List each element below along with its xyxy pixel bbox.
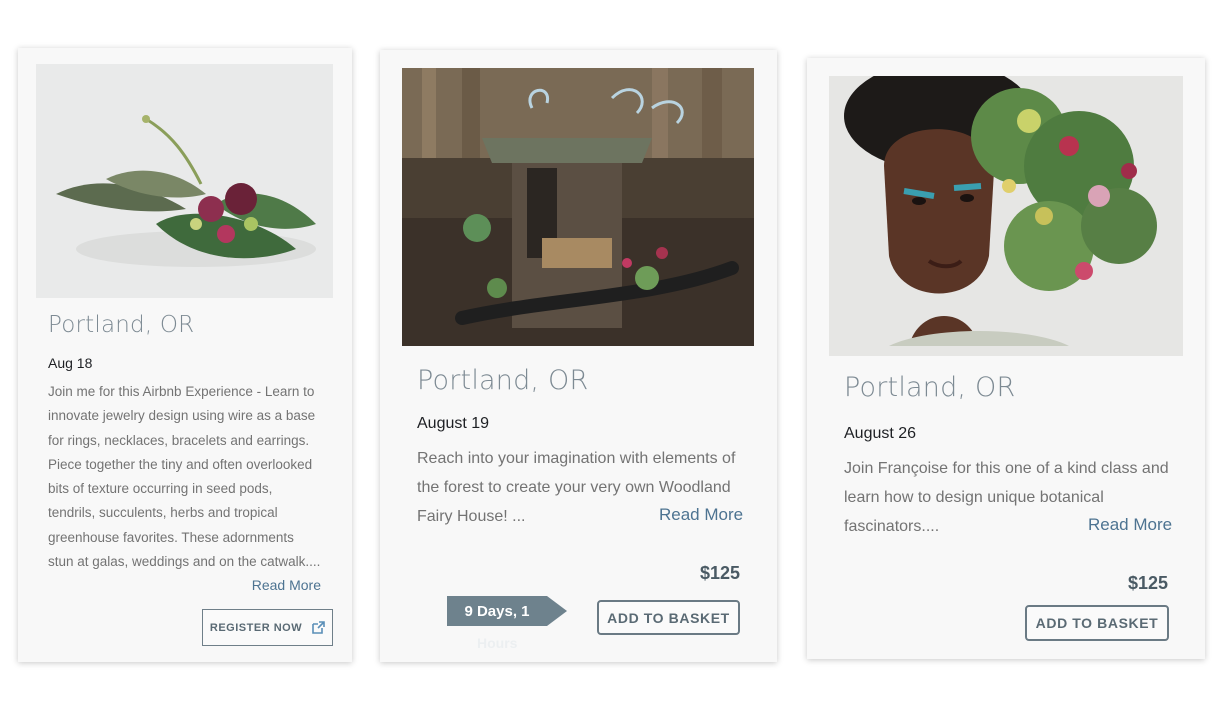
floral-arrangement-image[interactable] xyxy=(36,64,333,298)
read-more-link[interactable]: Read More xyxy=(659,505,743,525)
event-city: Portland, OR xyxy=(48,312,195,338)
read-more-link[interactable]: Read More xyxy=(252,577,321,593)
countdown-overflow-text: Hours xyxy=(477,635,518,651)
add-to-basket-button[interactable]: ADD TO BASKET xyxy=(1025,605,1169,641)
register-now-button[interactable]: REGISTER NOW xyxy=(202,609,333,646)
event-price: $125 xyxy=(1127,573,1168,593)
event-price: $125 xyxy=(699,563,740,583)
event-date: Aug 18 xyxy=(48,355,93,371)
event-card-1: Portland, OR Aug 18 Join me for this Air… xyxy=(18,48,352,662)
countdown-text: 9 Days, 1 xyxy=(464,602,530,620)
event-date: August 19 xyxy=(417,415,490,432)
event-card-2: Portland, OR August 19 Reach into your i… xyxy=(380,50,777,662)
event-city: Portland, OR xyxy=(844,372,1016,403)
fairy-house-image[interactable] xyxy=(402,68,754,346)
read-more-link[interactable]: Read More xyxy=(1088,515,1172,535)
countdown-badge: 9 Days, 1 Hours xyxy=(447,596,567,651)
event-description: Join me for this Airbnb Experience - Lea… xyxy=(48,384,321,570)
register-now-label: REGISTER NOW xyxy=(209,621,303,634)
event-card-3: Portland, OR August 26 Join Françoise fo… xyxy=(807,58,1205,659)
external-link-icon xyxy=(312,621,325,634)
event-date: August 26 xyxy=(844,425,917,442)
botanical-headpiece-image[interactable] xyxy=(829,76,1183,356)
event-city: Portland, OR xyxy=(417,365,589,396)
add-to-basket-button[interactable]: ADD TO BASKET xyxy=(597,600,740,635)
